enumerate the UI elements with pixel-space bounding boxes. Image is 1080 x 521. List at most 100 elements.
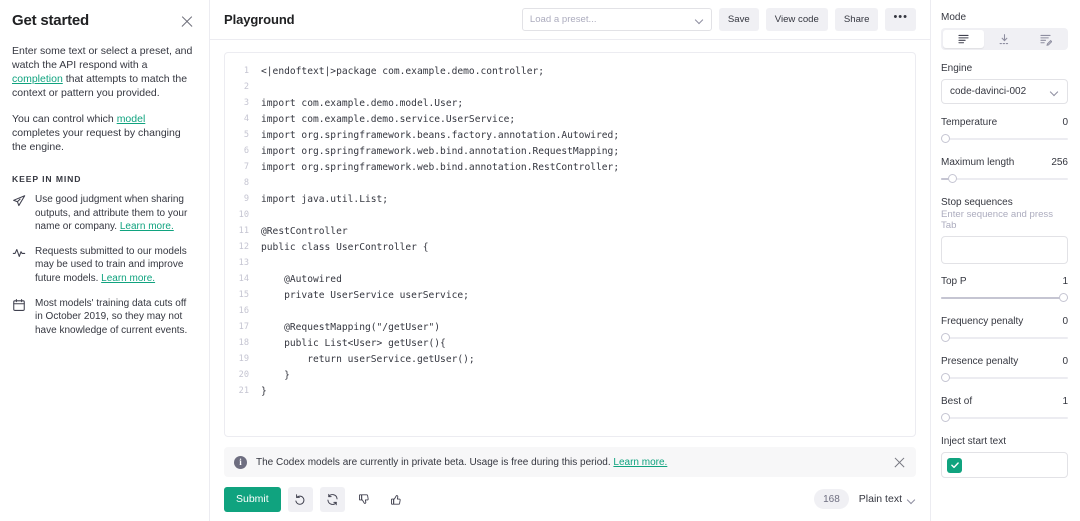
view-code-button[interactable]: View code [766, 8, 828, 31]
slider-knob[interactable] [941, 373, 950, 382]
code-line: 5import org.springframework.beans.factor… [225, 127, 915, 143]
best-of-control: Best of 1 [941, 396, 1068, 424]
stop-sequences-input[interactable] [941, 236, 1068, 264]
info-icon: i [234, 456, 247, 469]
completion-link[interactable]: completion [12, 73, 63, 85]
inject-start-text-input[interactable] [941, 452, 1068, 478]
keep-in-mind-text: Most models' training data cuts off in O… [35, 297, 195, 338]
beta-notice-banner: i The Codex models are currently in priv… [224, 447, 916, 477]
chevron-down-icon [696, 17, 704, 22]
line-code: import org.springframework.web.bind.anno… [261, 146, 619, 157]
line-number: 17 [225, 322, 261, 332]
code-line: 19 return userService.getUser(); [225, 351, 915, 367]
top-p-label: Top P [941, 276, 967, 287]
line-number: 12 [225, 242, 261, 252]
undo-icon[interactable] [288, 487, 313, 512]
max-length-slider[interactable] [941, 173, 1068, 185]
line-number: 14 [225, 274, 261, 284]
code-line: 4import com.example.demo.service.UserSer… [225, 111, 915, 127]
presence-penalty-slider[interactable] [941, 372, 1068, 384]
format-select[interactable]: Plain text [859, 493, 916, 505]
frequency-penalty-value: 0 [1062, 316, 1068, 327]
code-editor[interactable]: 1<|endoftext|>package com.example.demo.c… [224, 52, 916, 437]
top-p-row: Top P 1 [941, 276, 1068, 287]
temperature-slider[interactable] [941, 133, 1068, 145]
best-of-label: Best of [941, 396, 972, 407]
notice-learn-more-link[interactable]: Learn more. [613, 457, 667, 468]
line-code: } [261, 370, 290, 381]
preset-placeholder: Load a preset... [530, 14, 597, 25]
temperature-label: Temperature [941, 117, 997, 128]
slider-track [941, 178, 1068, 180]
share-button[interactable]: Share [835, 8, 879, 31]
inject-start-text-checkbox[interactable] [947, 458, 962, 473]
frequency-penalty-control: Frequency penalty 0 [941, 316, 1068, 344]
slider-track [941, 337, 1068, 339]
code-line: 9import java.util.List; [225, 191, 915, 207]
intro-p2-text-a: You can control which [12, 113, 117, 125]
chevron-down-icon [1051, 89, 1059, 94]
line-number: 21 [225, 386, 261, 396]
submit-button[interactable]: Submit [224, 487, 281, 512]
keep-in-mind-item: Use good judgment when sharing outputs, … [12, 193, 195, 234]
line-code: public List<User> getUser(){ [261, 338, 446, 349]
engine-label: Engine [941, 63, 1068, 74]
complete-mode-icon[interactable] [943, 30, 984, 48]
settings-panel: Mode Engine code-davinci-002 [930, 0, 1080, 521]
keep-in-mind-text: Requests submitted to our models may be … [35, 245, 195, 286]
notice-message: The Codex models are currently in privat… [256, 457, 613, 468]
page-title: Playground [224, 12, 295, 27]
insert-mode-icon[interactable] [984, 30, 1025, 48]
code-line: 10 [225, 207, 915, 223]
slider-knob[interactable] [941, 333, 950, 342]
line-number: 15 [225, 290, 261, 300]
slider-knob[interactable] [1059, 293, 1068, 302]
thumbs-down-icon[interactable] [352, 487, 377, 512]
frequency-penalty-slider[interactable] [941, 332, 1068, 344]
engine-value: code-davinci-002 [950, 86, 1026, 97]
save-button[interactable]: Save [719, 8, 759, 31]
model-link[interactable]: model [117, 113, 146, 125]
line-code: @RequestMapping("/getUser") [261, 322, 440, 333]
stop-sequences-control: Stop sequences Enter sequence and press … [941, 197, 1068, 264]
code-line: 2 [225, 79, 915, 95]
code-line: 12public class UserController { [225, 239, 915, 255]
max-length-control: Maximum length 256 [941, 157, 1068, 185]
learn-more-link[interactable]: Learn more. [101, 273, 155, 284]
main-area: Playground Load a preset... Save View co… [210, 0, 930, 521]
more-options-button[interactable]: ••• [885, 8, 916, 31]
line-number: 16 [225, 306, 261, 316]
line-code: public class UserController { [261, 242, 429, 253]
line-code: @Autowired [261, 274, 342, 285]
code-line: 7import org.springframework.web.bind.ann… [225, 159, 915, 175]
bottom-toolbar-right: 168 Plain text [814, 489, 916, 509]
close-icon[interactable] [179, 14, 195, 30]
line-number: 13 [225, 258, 261, 268]
inject-start-text-control: Inject start text [941, 436, 1068, 478]
get-started-panel: Get started Enter some text or select a … [0, 0, 210, 521]
get-started-header: Get started [12, 12, 195, 30]
best-of-slider[interactable] [941, 412, 1068, 424]
edit-mode-icon[interactable] [1025, 30, 1066, 48]
line-number: 18 [225, 338, 261, 348]
slider-knob[interactable] [948, 174, 957, 183]
line-code: private UserService userService; [261, 290, 469, 301]
learn-more-link[interactable]: Learn more. [120, 221, 174, 232]
code-line: 17 @RequestMapping("/getUser") [225, 319, 915, 335]
code-line: 1<|endoftext|>package com.example.demo.c… [225, 63, 915, 79]
slider-knob[interactable] [941, 413, 950, 422]
thumbs-up-icon[interactable] [384, 487, 409, 512]
line-number: 3 [225, 98, 261, 108]
playground-app: Get started Enter some text or select a … [0, 0, 1080, 521]
engine-select[interactable]: code-davinci-002 [941, 79, 1068, 104]
regenerate-icon[interactable] [320, 487, 345, 512]
close-icon[interactable] [893, 456, 906, 469]
slider-knob[interactable] [941, 134, 950, 143]
keep-in-mind-text: Use good judgment when sharing outputs, … [35, 193, 195, 234]
top-p-slider[interactable] [941, 292, 1068, 304]
stop-sequences-hint: Enter sequence and press Tab [941, 209, 1068, 231]
slider-fill [941, 297, 1068, 299]
presence-penalty-control: Presence penalty 0 [941, 356, 1068, 384]
preset-select[interactable]: Load a preset... [522, 8, 712, 31]
frequency-penalty-row: Frequency penalty 0 [941, 316, 1068, 327]
